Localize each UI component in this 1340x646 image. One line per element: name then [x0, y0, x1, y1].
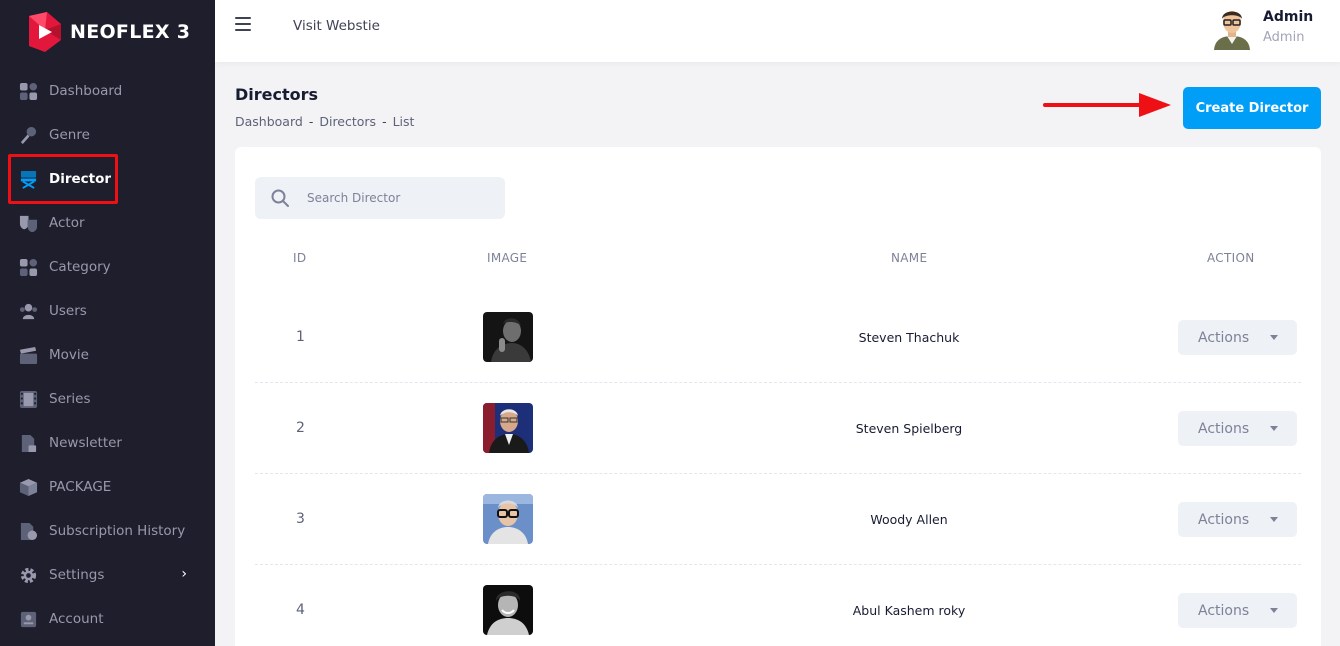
user-name[interactable]: Admin — [1263, 9, 1313, 25]
director-photo — [483, 312, 533, 362]
sidebar-item-dashboard[interactable]: Dashboard — [0, 69, 215, 113]
film-strip-icon — [18, 389, 38, 409]
grid-icon — [18, 81, 38, 101]
create-director-button[interactable]: Create Director — [1183, 87, 1321, 129]
sidebar-item-users[interactable]: Users — [0, 289, 215, 333]
sidebar-nav: Dashboard Genre Director Actor Category … — [0, 69, 215, 641]
director-photo — [483, 494, 533, 544]
search-icon — [271, 189, 289, 207]
sidebar-item-actor[interactable]: Actor — [0, 201, 215, 245]
breadcrumb-separator: - — [382, 114, 387, 129]
sidebar-item-label: Account — [49, 611, 104, 627]
sidebar-item-label: Movie — [49, 347, 89, 363]
microphone-icon — [18, 125, 38, 145]
brand-name: NEOFLEX 3 — [70, 21, 191, 43]
breadcrumb-separator: - — [308, 114, 314, 129]
sidebar-item-account[interactable]: Account — [0, 597, 215, 641]
sidebar-item-label: Users — [49, 303, 87, 319]
user-role: Admin — [1263, 30, 1305, 45]
grid-icon — [18, 257, 38, 277]
breadcrumb-item-dashboard[interactable]: Dashboard — [235, 114, 303, 129]
column-header-id: ID — [293, 251, 307, 265]
clapperboard-icon — [18, 345, 38, 365]
director-photo — [483, 585, 533, 635]
actions-label: Actions — [1198, 511, 1250, 528]
cell-id: 2 — [296, 420, 305, 436]
directors-card: ID IMAGE NAME ACTION 1 Steven Thachuk Ac… — [235, 147, 1321, 646]
chevron-right-icon: › — [181, 566, 187, 582]
search-box[interactable] — [255, 177, 505, 219]
active-item-highlight — [8, 154, 118, 204]
sidebar-item-label: Series — [49, 391, 91, 407]
logo-icon — [25, 12, 63, 52]
column-header-image: IMAGE — [487, 251, 528, 265]
visit-website-link[interactable]: Visit Webstie — [293, 18, 380, 34]
sidebar-item-label: Dashboard — [49, 83, 123, 99]
sidebar-item-label: Newsletter — [49, 435, 122, 451]
sidebar-item-label: Category — [49, 259, 111, 275]
sidebar-item-label: Actor — [49, 215, 85, 231]
sidebar-item-label: Genre — [49, 127, 90, 143]
cell-id: 4 — [296, 602, 305, 618]
sidebar-item-settings[interactable]: Settings › — [0, 553, 215, 597]
cell-name: Woody Allen — [870, 512, 948, 527]
sidebar-item-label: PACKAGE — [49, 479, 112, 495]
sidebar-item-movie[interactable]: Movie — [0, 333, 215, 377]
theater-masks-icon — [18, 213, 38, 233]
actions-dropdown-button[interactable]: Actions — [1178, 320, 1297, 355]
cell-name: Steven Thachuk — [858, 330, 960, 345]
cell-name: Abul Kashem roky — [852, 603, 966, 618]
file-history-icon — [18, 521, 38, 541]
users-icon — [18, 301, 38, 321]
table-row: 2 Steven Spielberg Actions — [255, 383, 1301, 474]
search-input[interactable] — [307, 191, 487, 205]
actions-label: Actions — [1198, 329, 1250, 346]
column-header-action: ACTION — [1207, 251, 1255, 265]
sidebar-item-label: Settings — [49, 567, 105, 583]
caret-down-icon — [1270, 426, 1278, 431]
top-header: Visit Webstie Admin Admin — [215, 0, 1340, 62]
menu-toggle-icon[interactable] — [235, 17, 251, 31]
director-photo — [483, 403, 533, 453]
actions-label: Actions — [1198, 602, 1250, 619]
actions-dropdown-button[interactable]: Actions — [1178, 411, 1297, 446]
breadcrumb-item-list: List — [392, 114, 415, 129]
breadcrumb: Dashboard - Directors - List — [235, 114, 414, 129]
table-row: 3 Woody Allen Actions — [255, 474, 1301, 565]
newsletter-icon — [18, 433, 38, 453]
actions-dropdown-button[interactable]: Actions — [1178, 593, 1297, 628]
caret-down-icon — [1270, 335, 1278, 340]
sidebar-item-newsletter[interactable]: Newsletter — [0, 421, 215, 465]
sidebar-item-director[interactable]: Director — [0, 154, 215, 204]
table-row: 1 Steven Thachuk Actions — [255, 292, 1301, 383]
sidebar-item-subscription-history[interactable]: Subscription History — [0, 509, 215, 553]
sidebar-item-package[interactable]: PACKAGE — [0, 465, 215, 509]
annotation-arrow-icon — [1043, 93, 1171, 117]
caret-down-icon — [1270, 608, 1278, 613]
cell-id: 3 — [296, 511, 305, 527]
actions-label: Actions — [1198, 420, 1250, 437]
gear-icon — [18, 565, 38, 585]
sidebar-item-label: Subscription History — [49, 523, 186, 539]
cell-id: 1 — [296, 329, 305, 345]
page-title: Directors — [235, 85, 319, 104]
column-header-name: NAME — [891, 251, 928, 265]
sidebar-item-genre[interactable]: Genre — [0, 113, 215, 157]
avatar[interactable] — [1211, 6, 1253, 50]
box-icon — [18, 477, 38, 497]
actions-dropdown-button[interactable]: Actions — [1178, 502, 1297, 537]
brand-logo[interactable]: NEOFLEX 3 — [25, 12, 190, 52]
caret-down-icon — [1270, 517, 1278, 522]
id-card-icon — [18, 609, 38, 629]
sidebar: NEOFLEX 3 Dashboard Genre Director Actor… — [0, 0, 215, 646]
breadcrumb-item-directors[interactable]: Directors — [319, 114, 376, 129]
table-row: 4 Abul Kashem roky Actions — [255, 565, 1301, 646]
sidebar-item-series[interactable]: Series — [0, 377, 215, 421]
cell-name: Steven Spielberg — [855, 421, 963, 436]
sidebar-item-category[interactable]: Category — [0, 245, 215, 289]
